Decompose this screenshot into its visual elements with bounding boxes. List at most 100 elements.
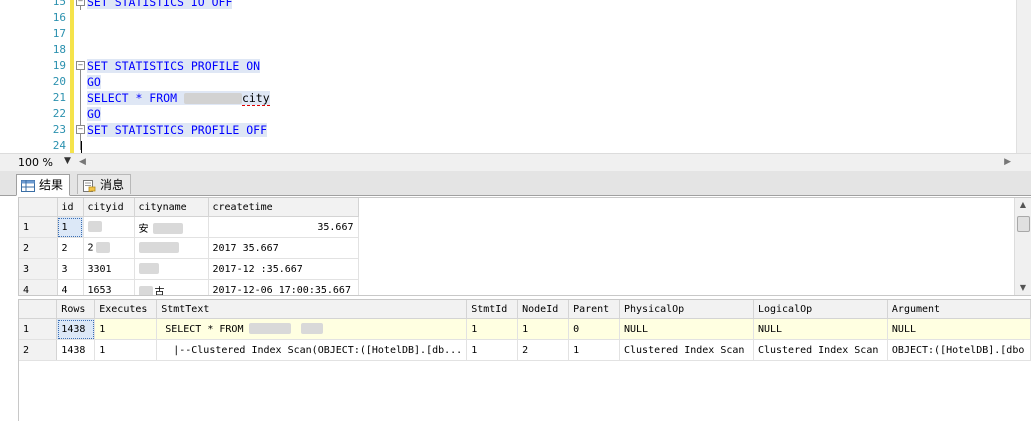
column-header[interactable]: cityid <box>83 198 135 217</box>
cell-cityid[interactable]: 3301 <box>83 258 135 280</box>
row-number[interactable]: 4 <box>19 279 58 295</box>
collapse-icon[interactable]: − <box>76 61 85 70</box>
redacted-value <box>138 286 153 295</box>
results-grid-2[interactable]: Rows Executes StmtText StmtId NodeId Par… <box>18 299 1031 421</box>
results-grid-1[interactable]: id cityid cityname createtime 1 1 安 35.6… <box>18 197 1031 296</box>
cell-nodeid[interactable]: 1 <box>517 318 570 340</box>
cell-cityid[interactable] <box>83 216 135 238</box>
column-header[interactable]: PhysicalOp <box>619 300 754 319</box>
cell-stmtid[interactable]: 1 <box>466 318 519 340</box>
code-line-22[interactable]: GO <box>87 106 101 122</box>
row-number[interactable]: 3 <box>19 258 58 280</box>
cell-id[interactable]: 2 <box>57 237 84 259</box>
cell-executes[interactable]: 1 <box>94 318 158 340</box>
cell-createtime[interactable]: 35.667 <box>208 216 359 238</box>
cell-id[interactable]: 4 <box>57 279 84 295</box>
code-line-21[interactable]: SELECT * FROM city <box>87 90 270 106</box>
tab-messages[interactable]: 消息 <box>77 174 132 194</box>
cell-cityname[interactable]: 古 <box>134 279 209 295</box>
table-row[interactable]: 3 3 3301 2017-12 :35.667 <box>19 258 359 280</box>
code-line-19[interactable]: SET STATISTICS PROFILE ON <box>87 58 261 74</box>
header-row: id cityid cityname createtime <box>19 198 359 217</box>
results-table-1: id cityid cityname createtime 1 1 安 35.6… <box>19 198 359 295</box>
editor-vertical-scrollbar[interactable] <box>1016 0 1031 153</box>
redacted-value <box>249 323 292 335</box>
scroll-left-icon[interactable]: ◀ <box>79 157 86 167</box>
column-header[interactable]: Argument <box>887 300 1031 319</box>
code-line-23[interactable]: SET STATISTICS PROFILE OFF <box>87 122 268 138</box>
cell-cityname[interactable] <box>134 237 209 259</box>
row-header-corner[interactable] <box>19 198 58 217</box>
cell-stmtid[interactable]: 1 <box>466 339 519 361</box>
scroll-up-icon[interactable]: ▲ <box>1015 198 1031 212</box>
query-editor[interactable]: 15 16 17 18 19 20 21 22 23 24 − − − SET … <box>0 0 1031 153</box>
table-row[interactable]: 1 1438 1 SELECT * FROM 1 1 0 NULL NULL N… <box>19 318 1031 340</box>
row-number[interactable]: 1 <box>19 216 58 238</box>
cell-cityname[interactable] <box>134 258 209 280</box>
cell-createtime[interactable]: 2017 35.667 <box>208 237 359 259</box>
code-text: GO <box>87 107 101 121</box>
cell-nodeid[interactable]: 2 <box>517 339 570 361</box>
cell-stmttext[interactable]: |--Clustered Index Scan(OBJECT:([HotelDB… <box>156 339 468 361</box>
column-header[interactable]: createtime <box>208 198 359 217</box>
tab-results[interactable]: 结果 <box>16 174 71 196</box>
cell-cityname[interactable]: 安 <box>134 216 209 238</box>
column-header[interactable]: StmtText <box>156 300 468 319</box>
column-header[interactable]: Parent <box>568 300 620 319</box>
cell-parent[interactable]: 0 <box>568 318 620 340</box>
line-number: 24 <box>52 139 66 152</box>
row-number[interactable]: 2 <box>19 237 58 259</box>
line-number: 15 <box>52 0 66 8</box>
cell-cityid[interactable]: 2 <box>83 237 135 259</box>
cell-physicalop[interactable]: Clustered Index Scan <box>619 339 754 361</box>
column-header[interactable]: Rows <box>56 300 96 319</box>
cell-argument[interactable]: NULL <box>887 318 1031 340</box>
results-table-2: Rows Executes StmtText StmtId NodeId Par… <box>19 300 1031 361</box>
scrollbar-thumb[interactable] <box>1017 216 1030 232</box>
table-row[interactable]: 4 4 1653 古 2017-12-06 17:00:35.667 <box>19 279 359 295</box>
cell-physicalop[interactable]: NULL <box>619 318 754 340</box>
cell-stmttext[interactable]: SELECT * FROM <box>156 318 468 340</box>
column-header[interactable]: NodeId <box>517 300 570 319</box>
cell-executes[interactable]: 1 <box>94 339 158 361</box>
code-text: SET STATISTICS PROFILE ON <box>87 59 261 73</box>
scroll-right-icon[interactable]: ▶ <box>1004 157 1011 167</box>
zoom-bar: 100 % ▼ ◀ ▶ <box>0 153 1031 171</box>
table-row[interactable]: 2 1438 1 |--Clustered Index Scan(OBJECT:… <box>19 339 1031 361</box>
cell-logicalop[interactable]: NULL <box>753 318 888 340</box>
column-header[interactable]: StmtId <box>466 300 519 319</box>
code-line-20[interactable]: GO <box>87 74 101 90</box>
fold-line <box>80 70 81 132</box>
redacted-value <box>138 263 159 275</box>
row-header-corner[interactable] <box>19 300 58 319</box>
cell-parent[interactable]: 1 <box>568 339 620 361</box>
zoom-dropdown-icon[interactable]: ▼ <box>64 156 71 166</box>
line-number: 21 <box>52 91 66 104</box>
cell-rows[interactable]: 1438 <box>56 318 96 340</box>
cell-rows[interactable]: 1438 <box>56 339 96 361</box>
column-header[interactable]: Executes <box>94 300 158 319</box>
table-row[interactable]: 1 1 安 35.667 <box>19 216 359 238</box>
redacted-value <box>301 323 324 335</box>
cell-cityid[interactable]: 1653 <box>83 279 135 295</box>
redacted-table-name <box>183 93 242 104</box>
cell-createtime[interactable]: 2017-12 :35.667 <box>208 258 359 280</box>
line-number: 20 <box>52 75 66 88</box>
code-line-15[interactable]: SET STATISTICS IO OFF <box>87 0 233 10</box>
collapse-icon[interactable]: − <box>76 125 85 134</box>
cell-argument[interactable]: OBJECT:([HotelDB].[dbo <box>887 339 1031 361</box>
row-number[interactable]: 2 <box>19 339 58 361</box>
cell-createtime[interactable]: 2017-12-06 17:00:35.667 <box>208 279 359 295</box>
cell-id[interactable]: 1 <box>57 216 84 238</box>
grid1-vertical-scrollbar[interactable]: ▲ ▼ <box>1014 198 1031 295</box>
column-header[interactable]: LogicalOp <box>753 300 888 319</box>
column-header[interactable]: cityname <box>134 198 209 217</box>
row-number[interactable]: 1 <box>19 318 58 340</box>
column-header[interactable]: id <box>57 198 84 217</box>
line-number: 18 <box>52 43 66 56</box>
cell-logicalop[interactable]: Clustered Index Scan <box>753 339 888 361</box>
scroll-down-icon[interactable]: ▼ <box>1015 281 1031 295</box>
table-row[interactable]: 2 2 2 2017 35.667 <box>19 237 359 259</box>
cell-id[interactable]: 3 <box>57 258 84 280</box>
zoom-level[interactable]: 100 % <box>18 156 53 169</box>
